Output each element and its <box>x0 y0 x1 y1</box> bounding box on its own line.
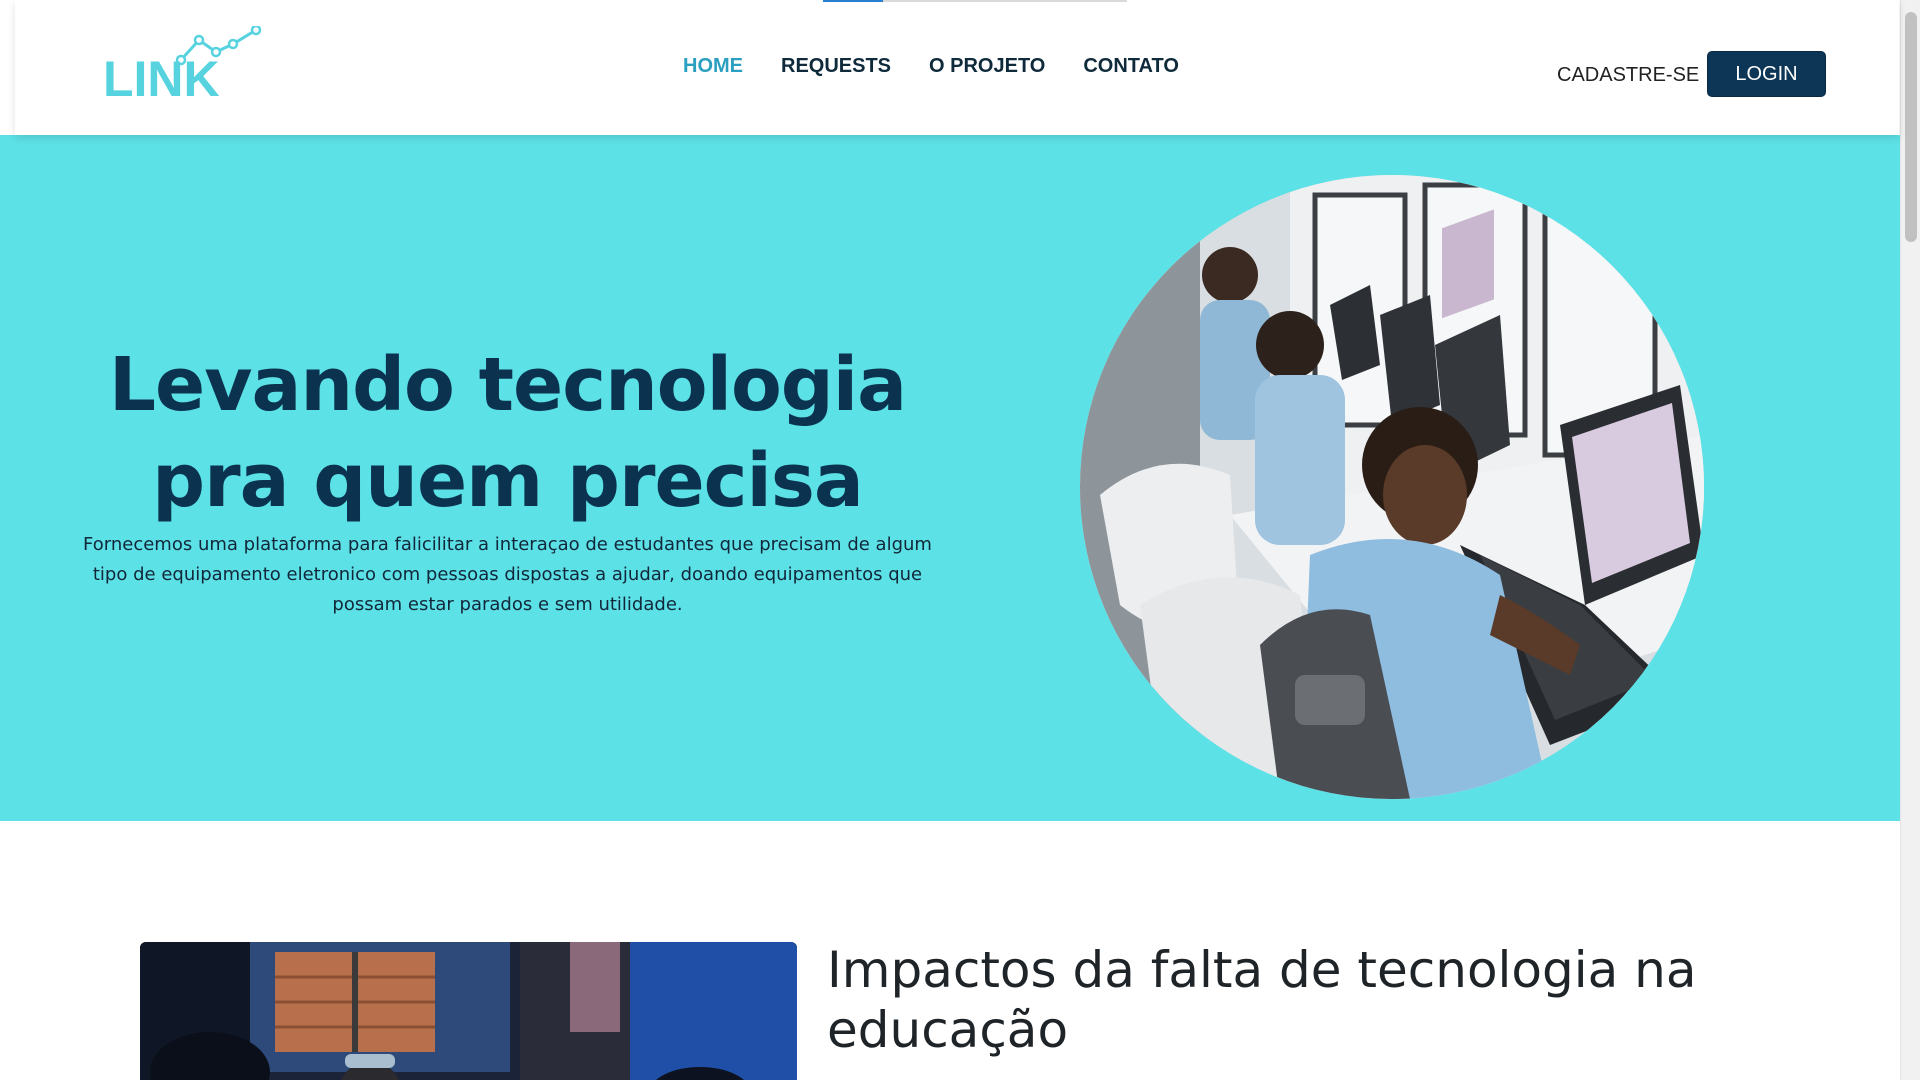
top-progress-indicator <box>823 0 1127 2</box>
signup-link[interactable]: CADASTRE-SE <box>1557 64 1699 87</box>
login-button[interactable]: LOGIN <box>1707 51 1826 97</box>
dark-room-photo-illustration <box>140 942 797 1080</box>
hero-section: Levando tecnologia pra quem precisa Forn… <box>0 135 1900 821</box>
scrollbar-thumb[interactable] <box>1905 12 1917 242</box>
hero-description: Fornecemos uma plataforma para falicilit… <box>83 534 932 615</box>
top-progress-active <box>823 0 883 2</box>
nav-item-requests[interactable]: REQUESTS <box>781 55 891 78</box>
hero-title-line-2: pra quem precisa <box>152 438 864 524</box>
nav-item-home[interactable]: HOME <box>683 55 743 78</box>
nav-item-contato[interactable]: CONTATO <box>1083 55 1179 78</box>
nav-item-o-projeto[interactable]: O PROJETO <box>929 55 1045 78</box>
logo-text: LINK <box>103 51 220 107</box>
hero-title: Levando tecnologia pra quem precisa <box>60 337 955 529</box>
impact-photo <box>140 942 797 1080</box>
hero-title-line-1: Levando tecnologia <box>108 342 907 428</box>
page: LINK HOME REQUESTS O PROJETO CONTATO CAD… <box>0 0 1920 1080</box>
students-classroom-illustration <box>1080 175 1704 799</box>
site-logo[interactable]: LINK <box>103 26 263 110</box>
main-nav: HOME REQUESTS O PROJETO CONTATO <box>683 55 1179 78</box>
impact-section-title: Impactos da falta de tecnologia na educa… <box>827 941 1697 1059</box>
site-header: LINK HOME REQUESTS O PROJETO CONTATO CAD… <box>15 0 1899 135</box>
hero-photo-students-laptops <box>1080 175 1704 799</box>
page-scrollbar[interactable] <box>1900 0 1920 1080</box>
